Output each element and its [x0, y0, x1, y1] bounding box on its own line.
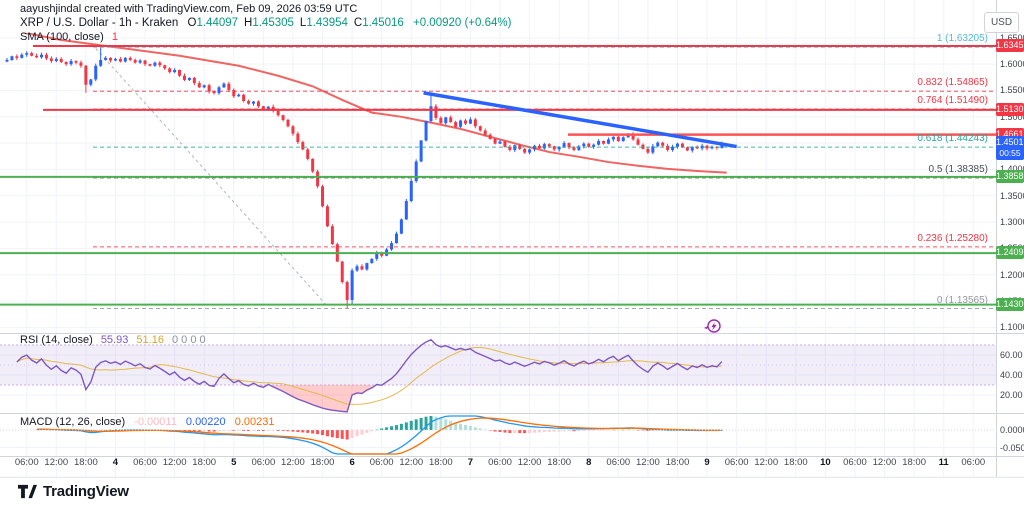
ohlc-values: O1.44097H1.45305L1.43954C1.45016 [182, 17, 404, 29]
rsi-legend[interactable]: RSI (14, close) 55.93 51.16 0 0 0 0 [20, 334, 206, 346]
price-badge: 1.14309 [996, 298, 1024, 311]
countdown-timer: 00:55 [996, 148, 1024, 159]
fib-level-label: 0 (1.13565) [937, 295, 988, 306]
fib-level-label: 0.5 (1.38385) [929, 164, 989, 175]
macd-hist-value: -0.00011 [134, 416, 177, 428]
ohlc-letter: C [354, 17, 362, 29]
chart-canvas[interactable] [0, 0, 1024, 509]
fib-level-label: 0.618 (1.44243) [917, 133, 988, 144]
time-axis-label: 06:00 [956, 457, 990, 468]
macd-legend-label: MACD (12, 26, close) [20, 416, 125, 428]
rsi-value: 55.93 [101, 334, 129, 346]
macd-line-value: 0.00220 [186, 416, 226, 428]
price-badge: 1.51307 [996, 103, 1024, 116]
rsi-ma-value: 51.16 [136, 334, 164, 346]
macd-legend[interactable]: MACD (12, 26, close) -0.00011 0.00220 0.… [20, 416, 274, 428]
attribution-text: aayushjindal created with TradingView.co… [20, 3, 357, 15]
macd-signal-value: 0.00231 [235, 416, 275, 428]
time-axis[interactable]: 06:0012:0018:00406:0012:0018:00506:0012:… [0, 457, 1024, 473]
fib-level-label: 1 (1.63205) [937, 33, 988, 44]
price-badge: 1.24092 [996, 246, 1024, 259]
ohlc-value: 1.45016 [362, 17, 404, 29]
rsi-extra-values: 0 0 0 0 [172, 334, 206, 346]
ohlc-value: 1.44097 [196, 17, 238, 29]
tradingview-logo[interactable]: TradingView [18, 483, 129, 500]
symbol-legend[interactable]: XRP / U.S. Dollar - 1h - Kraken O1.44097… [20, 17, 511, 29]
fib-level-label: 0.764 (1.51490) [917, 95, 988, 106]
ohlc-value: 1.45305 [252, 17, 294, 29]
price-change: +0.00920 (+0.64%) [413, 17, 511, 29]
price-badge: 1.63453 [996, 39, 1024, 52]
symbol-title: XRP / U.S. Dollar - 1h - Kraken [20, 17, 178, 29]
rsi-legend-label: RSI (14, close) [20, 334, 93, 346]
sma-legend-label: SMA (100, close) [20, 31, 104, 43]
price-badge: 1.38586 [996, 170, 1024, 183]
sma-legend[interactable]: SMA (100, close) 1 [20, 31, 118, 43]
fib-level-label: 0.236 (1.25280) [917, 233, 988, 244]
price-badge: 1.4501600:55 [996, 136, 1024, 160]
ohlc-value: 1.43954 [306, 17, 348, 29]
tradingview-logo-icon [18, 484, 37, 499]
lightning-circle-icon[interactable] [702, 317, 722, 337]
price-badges: 1.634531.513071.466121.4501600:551.38586… [996, 0, 1024, 477]
sma-legend-value: 1 [112, 31, 118, 43]
tradingview-logo-text: TradingView [43, 483, 129, 500]
fib-level-label: 0.832 (1.54865) [917, 77, 988, 88]
